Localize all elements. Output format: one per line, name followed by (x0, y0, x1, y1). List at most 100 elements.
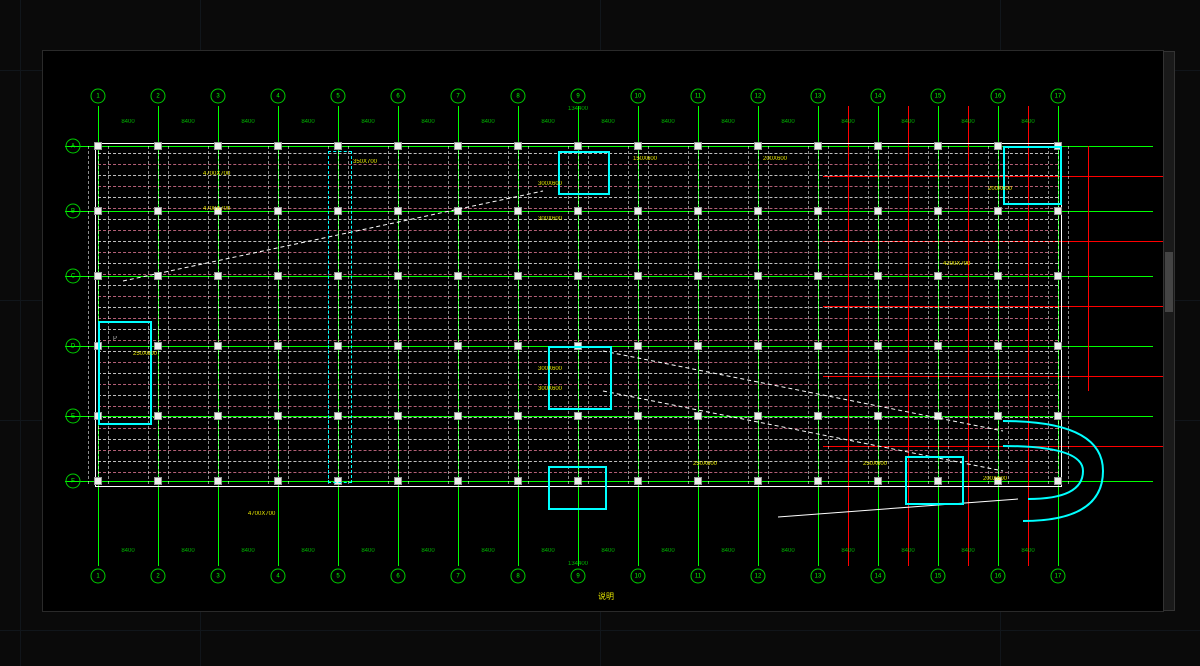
column-node (994, 342, 1002, 350)
grid-bubble: 10 (631, 89, 646, 104)
grid-bubble: B (66, 204, 81, 219)
dimension-text: 8400 (241, 548, 254, 554)
beam-label: 200X600 (763, 156, 787, 162)
grid-bubble: 17 (1051, 89, 1066, 104)
dimension-text: 8400 (901, 119, 914, 125)
column-node (94, 142, 102, 150)
column-node (154, 207, 162, 215)
grid-bubble: 2 (151, 89, 166, 104)
column-node (934, 142, 942, 150)
grid-bubble: 15 (931, 89, 946, 104)
column-node (154, 342, 162, 350)
grid-bubble: 11 (691, 89, 706, 104)
column-node (1054, 272, 1062, 280)
grid-bubble: 9 (571, 569, 586, 584)
column-node (94, 272, 102, 280)
column-node (694, 342, 702, 350)
column-node (574, 272, 582, 280)
column-node (454, 207, 462, 215)
grid-bubble: 15 (931, 569, 946, 584)
column-node (1054, 412, 1062, 420)
grid-bubble: 6 (391, 569, 406, 584)
column-node (214, 412, 222, 420)
grid-bubble: 11 (691, 569, 706, 584)
column-node (814, 142, 822, 150)
vertical-scrollbar[interactable] (1163, 51, 1175, 611)
column-node (274, 477, 282, 485)
dimension-text: 8400 (721, 119, 734, 125)
grid-bubble: 6 (391, 89, 406, 104)
column-node (514, 272, 522, 280)
dimension-text: 8400 (301, 548, 314, 554)
dimension-text: 8400 (121, 548, 134, 554)
column-node (634, 477, 642, 485)
column-node (694, 477, 702, 485)
grid-bubble: 8 (511, 89, 526, 104)
column-node (874, 207, 882, 215)
column-node (634, 412, 642, 420)
grid-bubble: C (66, 269, 81, 284)
scrollbar-thumb[interactable] (1165, 252, 1173, 312)
dimension-text: 8400 (481, 119, 494, 125)
column-node (274, 342, 282, 350)
column-node (1054, 477, 1062, 485)
grid-bubble: 3 (211, 89, 226, 104)
column-node (634, 342, 642, 350)
column-node (154, 272, 162, 280)
cad-viewport[interactable]: 1234567891011121314151617 12345678910111… (42, 50, 1164, 612)
note-label: 说明 (598, 591, 614, 602)
grid-bubble: 2 (151, 569, 166, 584)
column-node (934, 207, 942, 215)
column-node (874, 477, 882, 485)
dimension-text: 8400 (841, 119, 854, 125)
grid-bubble: 7 (451, 569, 466, 584)
column-node (934, 412, 942, 420)
column-node (214, 272, 222, 280)
beam-label: 150X600 (633, 156, 657, 162)
column-node (634, 207, 642, 215)
stair-core-6 (1003, 146, 1062, 205)
column-node (814, 207, 822, 215)
dimension-text: 8400 (1021, 119, 1034, 125)
dimension-text: 8400 (901, 548, 914, 554)
dimension-text: 8400 (1021, 548, 1034, 554)
column-node (454, 477, 462, 485)
column-node (814, 412, 822, 420)
column-node (874, 142, 882, 150)
column-node (514, 477, 522, 485)
dimension-text: 8400 (301, 119, 314, 125)
beam-label: 200X600 (983, 476, 1007, 482)
dimension-text: 8400 (481, 548, 494, 554)
grid-bubble: 9 (571, 89, 586, 104)
column-node (454, 342, 462, 350)
dimension-text: 8400 (361, 548, 374, 554)
column-node (334, 142, 342, 150)
dimension-text: 8400 (181, 119, 194, 125)
grid-bubble: 14 (871, 569, 886, 584)
column-node (754, 342, 762, 350)
column-node (154, 142, 162, 150)
grid-bubble: 14 (871, 89, 886, 104)
beam-label: 300X600 (538, 216, 562, 222)
column-node (274, 207, 282, 215)
grid-bubble: 4 (271, 89, 286, 104)
column-node (94, 207, 102, 215)
grid-bubble: 5 (331, 89, 346, 104)
column-node (514, 342, 522, 350)
column-node (874, 412, 882, 420)
dimension-text: 8400 (421, 119, 434, 125)
grid-bubble: F (66, 474, 81, 489)
dimension-text: 8400 (541, 548, 554, 554)
grid-bubble: 8 (511, 569, 526, 584)
stair-core-3 (548, 346, 612, 410)
column-node (274, 272, 282, 280)
grid-bubble: 4 (271, 569, 286, 584)
column-node (814, 272, 822, 280)
grid-bubble: 10 (631, 569, 646, 584)
dimension-text: 8400 (661, 548, 674, 554)
beam-label: 350X700 (353, 159, 377, 165)
column-node (574, 142, 582, 150)
opening-vertical (328, 151, 352, 483)
column-node (994, 142, 1002, 150)
column-node (94, 477, 102, 485)
